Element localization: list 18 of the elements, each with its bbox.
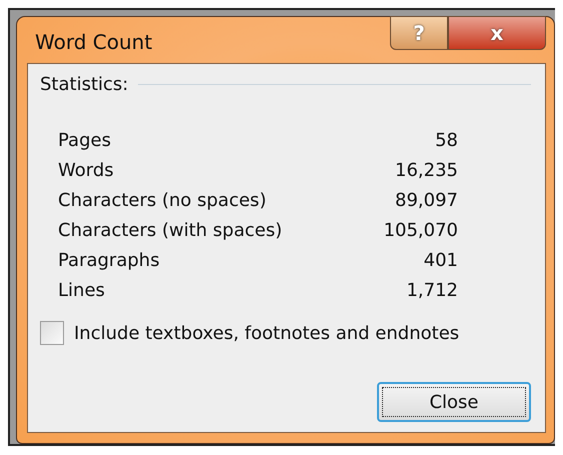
include-checkbox[interactable] [40,321,64,345]
statistic-value: 105,070 [384,220,458,240]
statistic-value: 89,097 [395,190,458,210]
statistic-label: Pages [58,130,111,150]
statistic-value: 16,235 [395,160,458,180]
statistic-label: Lines [58,280,105,300]
statistic-value: 401 [424,250,458,270]
section-heading: Statistics: [40,74,128,95]
window-title: Word Count [34,29,152,54]
statistic-label: Paragraphs [58,250,160,270]
statistic-value: 58 [435,130,458,150]
window-x-button[interactable]: x [448,16,546,50]
statistic-label: Characters (no spaces) [58,190,266,210]
statistic-label: Characters (with spaces) [58,220,282,240]
statistic-value: 1,712 [406,280,458,300]
statistic-label: Words [58,160,114,180]
close-button[interactable]: Close [377,382,531,422]
checkbox-label[interactable]: Include textboxes, footnotes and endnotes [74,322,460,344]
